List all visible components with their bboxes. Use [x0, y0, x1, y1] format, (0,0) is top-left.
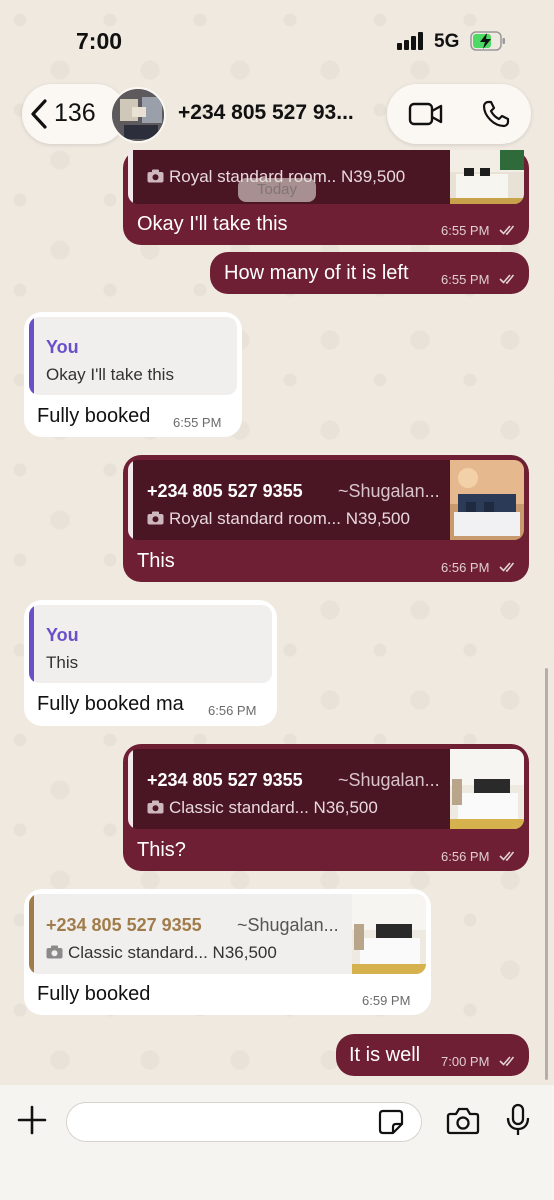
- video-call-icon[interactable]: [408, 101, 444, 127]
- quoted-message[interactable]: You This: [29, 605, 272, 683]
- network-type: 5G: [434, 31, 460, 52]
- status-time: 7:00: [76, 28, 123, 54]
- read-ticks-icon: [499, 851, 515, 862]
- quoted-message[interactable]: Royal standard room.. N39,500: [128, 150, 524, 204]
- message-text: Fully booked: [37, 983, 151, 1005]
- message-time: 6:59 PM: [362, 993, 411, 1008]
- message-time: 6:56 PM: [441, 560, 490, 575]
- quoted-phone: +234 805 527 9355: [46, 915, 202, 935]
- status-bar: 7:00 5G: [0, 0, 554, 80]
- camera-icon[interactable]: [446, 1106, 480, 1136]
- phone-call-icon[interactable]: [481, 99, 511, 129]
- quoted-alias: ~Shugalan...: [338, 770, 440, 790]
- message-time: 6:55 PM: [441, 223, 490, 238]
- room-photo-thumbnail: [450, 749, 524, 829]
- message-text: This?: [137, 839, 186, 861]
- message-text: It is well: [349, 1044, 421, 1066]
- room-photo-thumbnail: [450, 150, 524, 204]
- back-chevron-icon[interactable]: [28, 98, 50, 130]
- quoted-phone: +234 805 527 9355: [147, 770, 303, 790]
- quoted-message[interactable]: You Okay I'll take this: [29, 317, 237, 395]
- battery-charging-icon: [470, 31, 505, 51]
- camera-mini-icon: [46, 945, 63, 959]
- camera-mini-icon: [147, 169, 164, 183]
- cellular-signal-icon: [397, 32, 425, 50]
- quoted-alias: ~Shugalan...: [237, 915, 339, 935]
- date-separator: Today: [238, 178, 316, 202]
- message-bubble-incoming[interactable]: You This Fully booked ma 6:56 PM: [24, 600, 277, 726]
- unread-chat-count[interactable]: 136: [54, 99, 96, 128]
- camera-mini-icon: [147, 511, 164, 525]
- read-ticks-icon: [499, 225, 515, 236]
- quoted-message[interactable]: +234 805 527 9355 ~Shugalan... Classic s…: [29, 894, 426, 974]
- message-text: Fully booked ma: [37, 693, 184, 715]
- message-time: 6:56 PM: [208, 703, 257, 718]
- quoted-alias: ~Shugalan...: [338, 481, 440, 501]
- room-photo-thumbnail: [450, 460, 524, 540]
- message-text: Okay I'll take this: [137, 213, 288, 235]
- quoted-text: This: [46, 653, 79, 672]
- contact-avatar[interactable]: [110, 87, 166, 143]
- message-bubble-incoming[interactable]: +234 805 527 9355 ~Shugalan... Classic s…: [24, 889, 431, 1015]
- sticker-icon[interactable]: [377, 1108, 405, 1136]
- chat-scrollbar[interactable]: [545, 668, 548, 1080]
- message-input[interactable]: [66, 1102, 422, 1142]
- quoted-sender: You: [46, 337, 79, 357]
- quoted-message[interactable]: +234 805 527 9355 ~Shugalan... Royal sta…: [128, 460, 524, 540]
- microphone-icon[interactable]: [506, 1103, 530, 1137]
- quoted-caption: Classic standard... N36,500: [68, 943, 277, 962]
- message-time: 6:55 PM: [173, 415, 222, 430]
- message-bubble-outgoing[interactable]: It is well 7:00 PM: [336, 1034, 529, 1076]
- message-bubble-outgoing[interactable]: Royal standard room.. N39,500 Okay I'll …: [123, 150, 529, 245]
- message-bubble-incoming[interactable]: You Okay I'll take this Fully booked 6:5…: [24, 312, 242, 437]
- message-time: 7:00 PM: [441, 1054, 490, 1069]
- read-ticks-icon: [499, 562, 515, 573]
- quoted-phone: +234 805 527 9355: [147, 481, 303, 501]
- contact-name[interactable]: +234 805 527 93...: [178, 101, 354, 125]
- read-ticks-icon: [499, 274, 515, 285]
- read-ticks-icon: [499, 1056, 515, 1067]
- message-text: This: [137, 550, 175, 572]
- message-text: Fully booked: [37, 405, 151, 427]
- room-photo-thumbnail: [352, 894, 426, 974]
- plus-icon[interactable]: [16, 1104, 48, 1136]
- message-bubble-outgoing[interactable]: How many of it is left 6:55 PM: [210, 252, 529, 294]
- quoted-caption: Classic standard... N36,500: [169, 798, 378, 817]
- message-bubble-outgoing[interactable]: +234 805 527 9355 ~Shugalan... Royal sta…: [123, 455, 529, 582]
- quoted-sender: You: [46, 625, 79, 645]
- camera-mini-icon: [147, 800, 164, 814]
- quoted-message[interactable]: +234 805 527 9355 ~Shugalan... Classic s…: [128, 749, 524, 829]
- message-time: 6:56 PM: [441, 849, 490, 864]
- message-time: 6:55 PM: [441, 272, 490, 287]
- quoted-text: Okay I'll take this: [46, 365, 174, 384]
- quoted-caption: Royal standard room... N39,500: [169, 509, 410, 528]
- message-bubble-outgoing[interactable]: +234 805 527 9355 ~Shugalan... Classic s…: [123, 744, 529, 871]
- message-text: How many of it is left: [224, 262, 409, 284]
